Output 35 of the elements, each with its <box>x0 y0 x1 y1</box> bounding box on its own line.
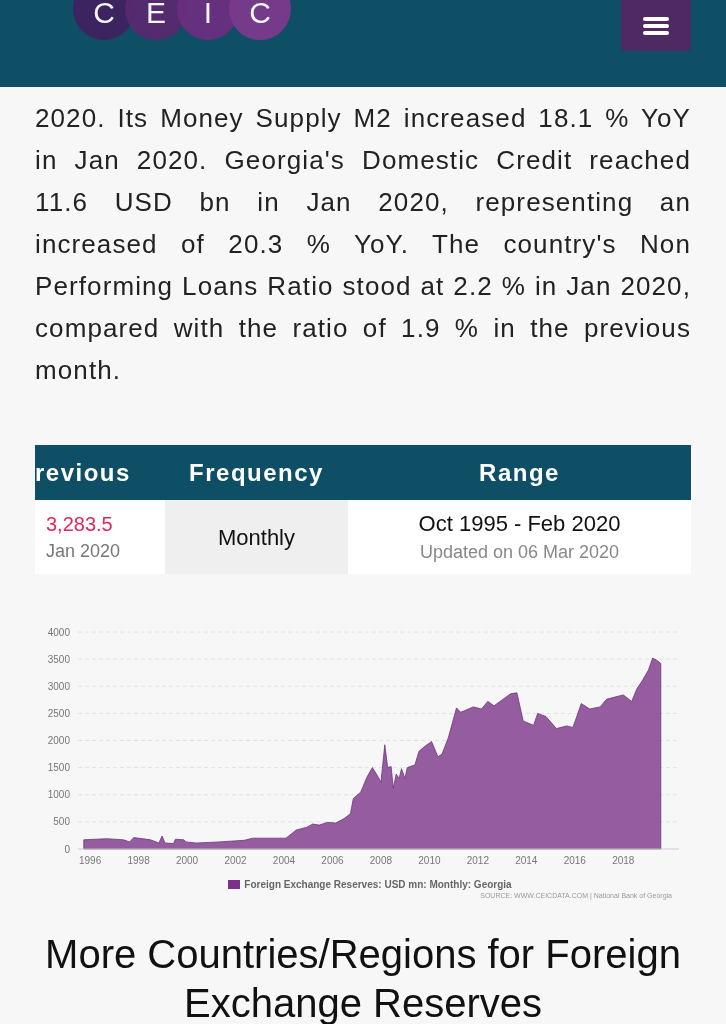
axis-tick-label: 2004 <box>272 855 296 866</box>
column-header: Frequency <box>188 457 325 488</box>
axis-tick-label: 2018 <box>612 855 635 866</box>
axis-tick-label: 2002 <box>224 855 247 866</box>
legend-label: Foreign Exchange Reserves: USD mn: Monthly: Georgia <box>244 877 512 892</box>
column-header: Range <box>478 457 561 488</box>
axis-tick-label: 2010 <box>418 855 441 866</box>
axis-tick-label: 2000 <box>47 735 70 746</box>
axis-tick-label: 2016 <box>563 855 586 866</box>
previous-date: Jan 2020 <box>46 540 122 563</box>
axis-tick-label: 2012 <box>466 855 489 866</box>
logo[interactable]: C E I C <box>73 0 303 40</box>
axis-tick-label: 3000 <box>47 680 70 692</box>
axis-tick-label: 2006 <box>321 855 344 866</box>
axis-tick-label: 1996 <box>79 855 102 866</box>
legend-swatch <box>228 879 241 889</box>
axis-tick-label: 1500 <box>47 762 70 774</box>
axis-tick-label: 2000 <box>175 855 199 866</box>
summary-paragraph: 2020. Its Money Supply M2 increased 18.1 % YoY in Jan 2020. Georgia's Domestic Credit reached 11.6 USD bn in Jan 2020, representing an increased of 20.3 % YoY. The country's Non Performing Loans Ratio stood at 2.2 % in Jan 2020, compared with the ratio of 1.9 % in the previous month. <box>35 102 691 387</box>
axis-tick-label: 4000 <box>47 626 70 638</box>
menu-icon <box>643 14 669 37</box>
axis-tick-label: 1000 <box>47 789 70 801</box>
column-header: revious <box>35 457 132 488</box>
axis-tick-label: 3500 <box>47 653 70 665</box>
previous-value: 3,283.5 <box>46 512 114 537</box>
axis-tick-label: 500 <box>53 816 70 828</box>
axis-tick-label: 2014 <box>515 855 538 866</box>
updated-text: Updated on 06 Mar 2020 <box>419 541 620 564</box>
table-cell: Monthly <box>165 500 348 574</box>
axis-tick-label: 2008 <box>369 855 393 866</box>
axis-tick-label: 2500 <box>47 707 70 719</box>
menu-button[interactable] <box>621 0 691 51</box>
axis-tick-label: 0 <box>64 843 70 855</box>
range-text: Oct 1995 - Feb 2020 <box>418 510 621 538</box>
axis-tick-label: 1998 <box>127 855 150 866</box>
